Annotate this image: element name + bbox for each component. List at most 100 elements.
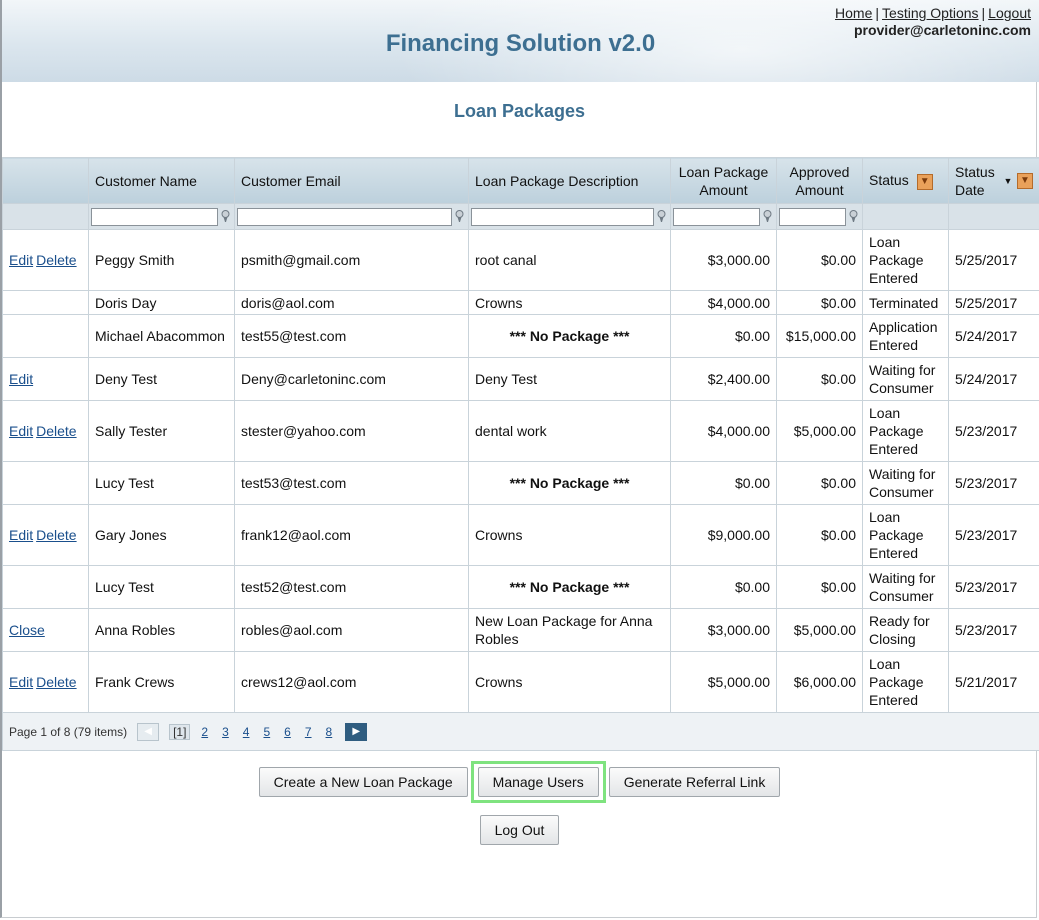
funnel-filter-icon[interactable] <box>220 209 231 224</box>
chevron-left-icon[interactable]: ◀ <box>137 722 160 741</box>
top-links: Home | Testing Options | Logout provider@car… <box>835 5 1031 38</box>
amount-cell: $9,000.00 <box>670 504 777 566</box>
pager-current-page: [1] <box>169 723 191 740</box>
amount-cell: $4,000.00 <box>670 400 777 462</box>
status-date-cell: 5/24/2017 <box>948 357 1039 401</box>
status-date-cell: 5/25/2017 <box>948 290 1039 315</box>
column-header-status[interactable]: Status ▼ <box>862 157 949 204</box>
pager-page-link[interactable]: 6 <box>284 725 291 739</box>
filter-cell <box>88 203 235 230</box>
approved-amount-cell: $0.00 <box>776 565 863 609</box>
customer-name-cell: Doris Day <box>88 290 235 315</box>
delete-link[interactable]: Delete <box>36 252 76 268</box>
edit-link[interactable]: Edit <box>9 423 33 439</box>
testing-options-link[interactable]: Testing Options <box>882 5 979 21</box>
status-date-cell: 5/25/2017 <box>948 229 1039 291</box>
row-actions <box>2 290 89 315</box>
customer-email-cell: test55@test.com <box>234 314 469 358</box>
amount-cell: $0.00 <box>670 314 777 358</box>
description-cell: Crowns <box>468 504 671 566</box>
table-row: Lucy Test test52@test.com *** No Package *… <box>2 565 1039 609</box>
home-link[interactable]: Home <box>835 5 872 21</box>
row-actions: Edit Delete <box>2 651 89 713</box>
approved-amount-cell: $6,000.00 <box>776 651 863 713</box>
status-date-cell: 5/23/2017 <box>948 400 1039 462</box>
pager-page-link[interactable]: 4 <box>243 725 250 739</box>
customer-name-cell: Gary Jones <box>88 504 235 566</box>
delete-link[interactable]: Delete <box>36 527 76 543</box>
description-cell: Deny Test <box>468 357 671 401</box>
status-date-cell: 5/21/2017 <box>948 651 1039 713</box>
filter-input-approved[interactable] <box>779 207 846 226</box>
table-row: Close Anna Robles robles@aol.com New Loan P… <box>2 608 1039 652</box>
amount-cell: $5,000.00 <box>670 651 777 713</box>
approved-amount-cell: $0.00 <box>776 357 863 401</box>
action-buttons: Create a New Loan Package Manage Users G… <box>0 761 1039 803</box>
create-loan-package-button[interactable]: Create a New Loan Package <box>258 767 468 797</box>
row-actions: Edit <box>2 357 89 401</box>
column-header-amount[interactable]: Loan Package Amount <box>670 157 777 204</box>
amount-cell: $2,400.00 <box>670 357 777 401</box>
customer-email-cell: test52@test.com <box>234 565 469 609</box>
description-cell: Crowns <box>468 290 671 315</box>
close-link[interactable]: Close <box>9 622 45 638</box>
funnel-filter-icon[interactable] <box>848 209 859 224</box>
filter-input-customer-name[interactable] <box>91 207 218 226</box>
approved-amount-cell: $5,000.00 <box>776 400 863 462</box>
filter-input-amount[interactable] <box>673 207 760 226</box>
pager-page-link[interactable]: 5 <box>263 725 270 739</box>
column-header-description[interactable]: Loan Package Description <box>468 157 671 204</box>
status-date-cell: 5/24/2017 <box>948 314 1039 358</box>
loan-packages-grid: Customer Name Customer Email Loan Packag… <box>2 157 1039 751</box>
funnel-filter-icon[interactable] <box>454 209 465 224</box>
pager-page-link[interactable]: 3 <box>222 725 229 739</box>
chevron-right-icon[interactable]: ▶ <box>345 722 368 741</box>
row-actions: Edit Delete <box>2 400 89 462</box>
description-cell: *** No Package *** <box>468 461 671 505</box>
filter-input-customer-email[interactable] <box>237 207 452 226</box>
edit-link[interactable]: Edit <box>9 252 33 268</box>
sort-arrow-icon[interactable]: ▼ <box>916 173 933 190</box>
description-cell: dental work <box>468 400 671 462</box>
column-header-customer-name[interactable]: Customer Name <box>88 157 235 204</box>
funnel-filter-icon[interactable] <box>762 209 773 224</box>
row-actions <box>2 314 89 358</box>
customer-email-cell: test53@test.com <box>234 461 469 505</box>
pager-page-link[interactable]: 8 <box>326 725 333 739</box>
delete-link[interactable]: Delete <box>36 423 76 439</box>
column-header-approved[interactable]: Approved Amount <box>776 157 863 204</box>
column-header-status-date-label: Status Date <box>955 163 995 198</box>
pager-summary: Page 1 of 8 (79 items) <box>9 724 128 739</box>
row-actions <box>2 461 89 505</box>
funnel-filter-icon[interactable] <box>656 209 667 224</box>
filter-cell <box>468 203 671 230</box>
logout-link[interactable]: Logout <box>988 5 1031 21</box>
customer-name-cell: Frank Crews <box>88 651 235 713</box>
filter-input-description[interactable] <box>471 207 654 226</box>
edit-link[interactable]: Edit <box>9 674 33 690</box>
table-row: Edit Delete Sally Tester stester@yahoo.com d… <box>2 400 1039 462</box>
customer-name-cell: Anna Robles <box>88 608 235 652</box>
manage-users-button[interactable]: Manage Users <box>477 767 599 797</box>
filter-cell <box>234 203 469 230</box>
table-row: Edit Deny Test Deny@carletoninc.com Deny Te… <box>2 357 1039 401</box>
customer-name-cell: Lucy Test <box>88 565 235 609</box>
amount-cell: $0.00 <box>670 565 777 609</box>
column-header-customer-email[interactable]: Customer Email <box>234 157 469 204</box>
sort-arrow-icon[interactable]: ▼ <box>1016 172 1033 189</box>
description-cell: *** No Package *** <box>468 565 671 609</box>
status-cell: Loan Package Entered <box>862 651 949 713</box>
edit-link[interactable]: Edit <box>9 371 33 387</box>
customer-email-cell: doris@aol.com <box>234 290 469 315</box>
pager-page-link[interactable]: 7 <box>305 725 312 739</box>
pager-page-link[interactable]: 2 <box>201 725 208 739</box>
column-header-status-date[interactable]: Status Date ▼ ▼ <box>948 157 1039 204</box>
amount-cell: $4,000.00 <box>670 290 777 315</box>
log-out-button[interactable]: Log Out <box>479 815 560 845</box>
delete-link[interactable]: Delete <box>36 674 76 690</box>
edit-link[interactable]: Edit <box>9 527 33 543</box>
generate-referral-link-button[interactable]: Generate Referral Link <box>608 767 781 797</box>
status-date-cell: 5/23/2017 <box>948 565 1039 609</box>
row-actions <box>2 565 89 609</box>
customer-email-cell: frank12@aol.com <box>234 504 469 566</box>
